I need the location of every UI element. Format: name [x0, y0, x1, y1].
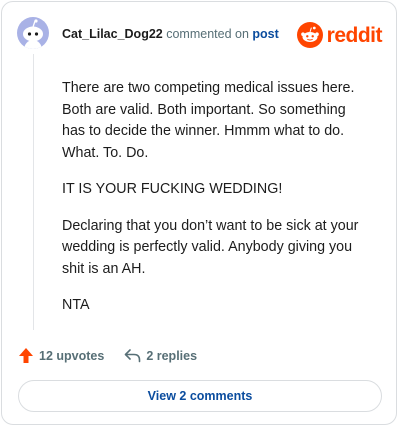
post-link[interactable]: post: [252, 27, 278, 41]
view-comments-button[interactable]: View 2 comments: [18, 380, 382, 412]
comment-paragraph: IT IS YOUR FUCKING WEDDING!: [62, 181, 283, 197]
replies-button[interactable]: 2 replies: [124, 348, 197, 363]
comment-body: There are two competing medical issues h…: [62, 78, 372, 332]
snoo-avatar-icon: [23, 19, 43, 49]
thread-line: [33, 54, 34, 330]
reddit-snoo-icon: [296, 22, 323, 48]
upvote-button[interactable]: 12 upvotes: [18, 347, 104, 364]
comment-meta: Cat_Lilac_Dog22 commented on post: [62, 27, 279, 41]
comment-paragraph: NTA: [62, 297, 90, 313]
comment-card: Cat_Lilac_Dog22 commented on post reddit…: [1, 1, 397, 425]
replies-count: 2 replies: [146, 348, 198, 363]
upvote-count: 12 upvotes: [39, 348, 105, 363]
upvote-arrow-icon: [19, 348, 33, 363]
comment-paragraph: Declaring that you don’t want to be sick…: [62, 217, 359, 277]
user-avatar[interactable]: [17, 17, 49, 49]
comment-actions: 12 upvotes 2 replies: [18, 347, 197, 364]
username-link[interactable]: Cat_Lilac_Dog22: [62, 27, 163, 41]
reply-arrow-icon: [125, 349, 141, 363]
reddit-wordmark: reddit: [326, 23, 383, 47]
action-text: commented on: [166, 27, 249, 41]
reddit-logo[interactable]: reddit: [296, 22, 383, 48]
comment-paragraph: There are two competing medical issues h…: [62, 80, 355, 161]
